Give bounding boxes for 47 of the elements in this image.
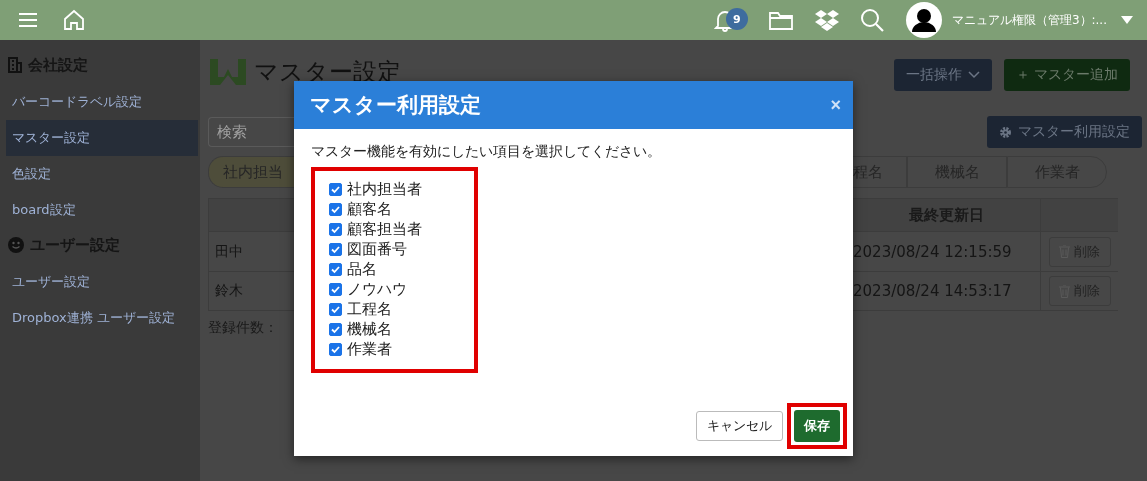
checkbox-label: 機械名 — [347, 319, 392, 339]
dialog-instruction: マスター機能を有効にしたい項目を選択してください。 — [311, 143, 662, 161]
avatar-icon[interactable] — [905, 2, 942, 38]
box-stack-icon[interactable] — [813, 9, 840, 31]
sidebar-item[interactable]: ユーザー設定 — [6, 264, 198, 300]
checkbox[interactable] — [329, 262, 342, 276]
building-icon — [8, 57, 22, 73]
user-name[interactable]: マニュアル権限（管理3）:... — [951, 11, 1107, 29]
checkbox[interactable] — [329, 342, 342, 356]
save-button[interactable]: 保存 — [794, 410, 840, 442]
checkbox[interactable] — [329, 242, 342, 256]
checkbox-label: 顧客担当者 — [347, 219, 422, 239]
logo-icon — [208, 57, 248, 87]
smiley-icon — [8, 237, 24, 253]
checkbox-label: 図面番号 — [347, 239, 407, 259]
search-icon[interactable] — [859, 8, 884, 32]
dialog-title: マスター利用設定 — [310, 92, 482, 119]
master-usage-button[interactable]: マスター利用設定 — [987, 116, 1142, 148]
sidebar-item[interactable]: 色設定 — [6, 156, 198, 192]
checkbox-label: ノウハウ — [347, 279, 407, 299]
checkbox[interactable] — [329, 302, 342, 316]
checkbox[interactable] — [329, 182, 342, 196]
chevron-icon — [967, 71, 980, 79]
menu-icon[interactable] — [18, 12, 38, 28]
sidebar-item[interactable]: board設定 — [6, 192, 198, 228]
sidebar-item[interactable]: マスター設定 — [6, 120, 198, 156]
bulk-action-button[interactable]: 一括操作 — [893, 59, 992, 91]
checkbox-label: 品名 — [347, 259, 377, 279]
checkbox-label: 作業者 — [347, 339, 392, 359]
notification-badge: 9 — [725, 8, 748, 30]
checkbox[interactable] — [329, 322, 342, 336]
sidebar-item[interactable]: Dropbox連携 ユーザー設定 — [6, 300, 198, 336]
close-button[interactable]: × — [830, 94, 841, 116]
home-icon[interactable] — [62, 8, 86, 32]
checkbox-label: 工程名 — [347, 299, 392, 319]
checkbox[interactable] — [329, 222, 342, 236]
folder-icon[interactable] — [767, 9, 794, 31]
caret-icon[interactable] — [1121, 16, 1133, 24]
add-master-button[interactable]: ＋ マスター追加 — [1003, 59, 1130, 91]
search-field[interactable]: 検索 — [208, 117, 294, 147]
sidebar-item[interactable]: バーコードラベル設定 — [6, 84, 198, 120]
cancel-button[interactable]: キャンセル — [696, 411, 783, 441]
checkbox-label: 顧客名 — [347, 199, 392, 219]
checkbox-label: 社内担当者 — [347, 179, 422, 199]
gear-icon — [999, 125, 1012, 139]
checkbox[interactable] — [329, 282, 342, 296]
checkbox[interactable] — [329, 202, 342, 216]
